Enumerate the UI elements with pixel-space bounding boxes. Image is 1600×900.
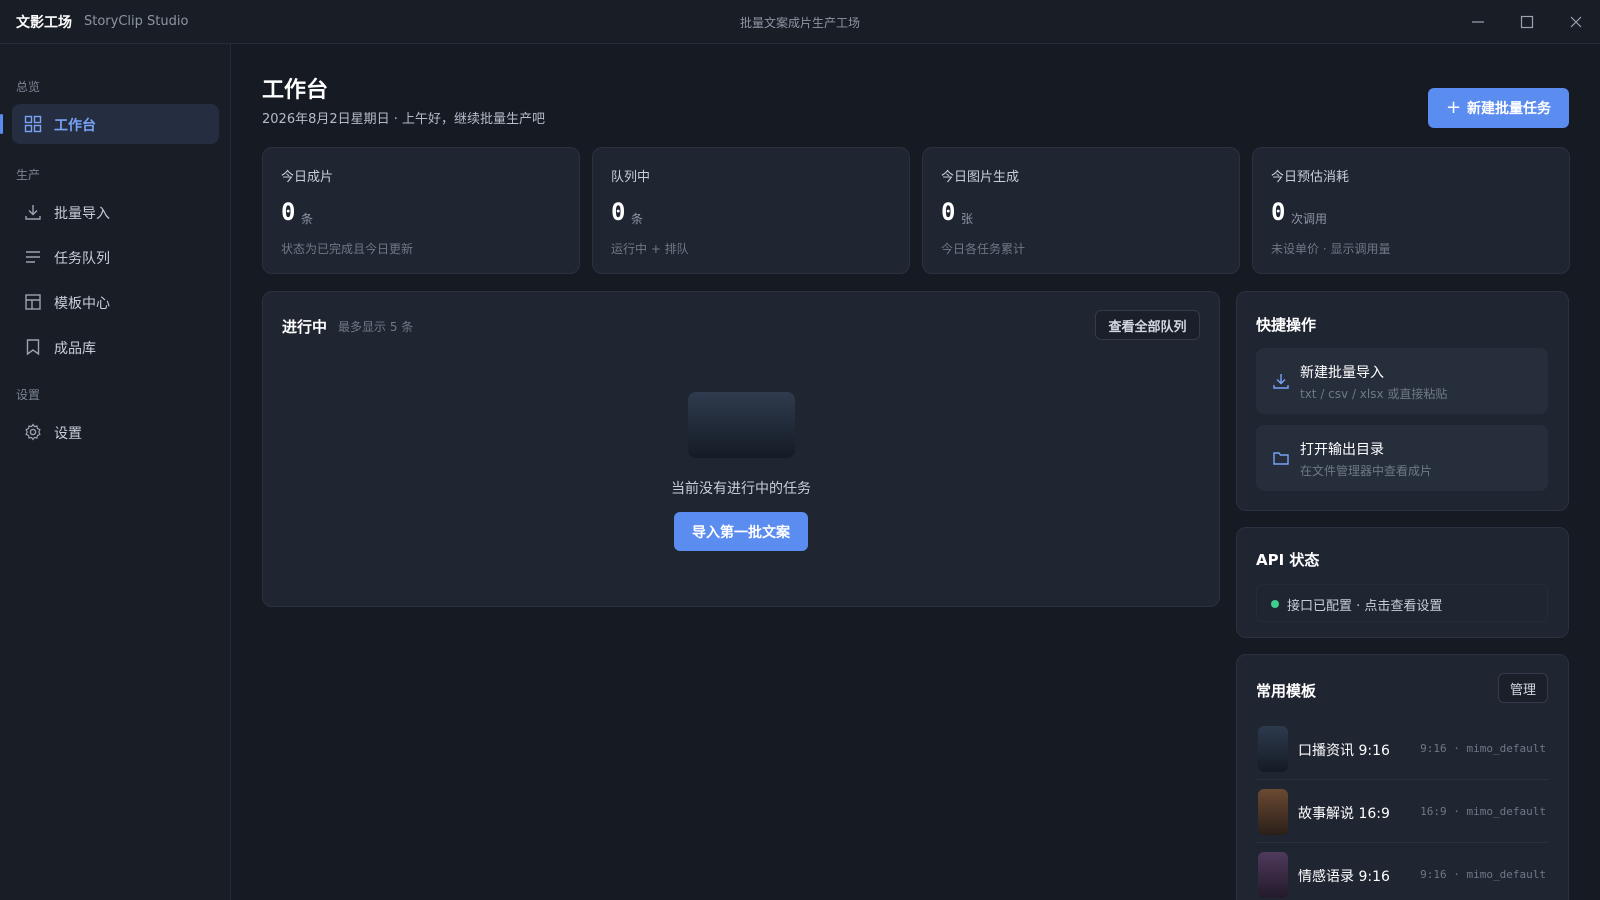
sidebar-item-template-center[interactable]: 模板中心	[12, 282, 219, 322]
gear-icon	[25, 423, 41, 441]
stat-value: 0	[941, 198, 956, 226]
stat-label: 今日图片生成	[941, 170, 1020, 185]
status-dot-icon	[1271, 600, 1279, 608]
sidebar-item-settings[interactable]: 设置	[12, 412, 219, 452]
list-icon	[26, 251, 40, 263]
dashboard-icon	[24, 115, 42, 133]
sidebar: 总览 工作台 生产 批量导入 任务队列 模板中心 成品库 设置 设置	[0, 44, 231, 900]
sidebar-section-overview: 总览	[16, 80, 41, 94]
in-progress-subtitle: 最多显示 5 条	[338, 320, 414, 334]
template-row[interactable]: 口播资讯 9:16 9:16 · mimo_default	[1256, 720, 1548, 780]
stat-unit: 张	[961, 212, 974, 226]
download-icon	[1273, 374, 1289, 389]
bookmark-icon	[26, 339, 40, 356]
folder-icon	[1273, 452, 1289, 465]
template-row[interactable]: 情感语录 9:16 9:16 · mimo_default	[1256, 846, 1548, 900]
sidebar-item-dashboard[interactable]: 工作台	[0, 104, 219, 144]
template-thumbnail	[1258, 726, 1288, 772]
stat-value: 0	[281, 198, 296, 226]
stat-card-cost: 今日预估消耗 0 次调用 未设单价 · 显示调用量	[1252, 147, 1570, 274]
stat-card-images: 今日图片生成 0 张 今日各任务累计	[922, 147, 1240, 274]
api-status-title: API 状态	[1256, 551, 1320, 569]
template-name: 故事解说 16:9	[1298, 806, 1390, 822]
stat-note: 今日各任务累计	[941, 242, 1026, 256]
manage-templates-button[interactable]: 管理	[1498, 673, 1548, 703]
stat-label: 队列中	[611, 170, 651, 185]
new-batch-task-button[interactable]: + 新建批量任务	[1428, 88, 1569, 128]
sidebar-item-label: 批量导入	[54, 206, 110, 222]
stat-unit: 次调用	[1291, 212, 1328, 226]
minimize-button[interactable]	[1466, 10, 1490, 34]
download-icon	[25, 205, 41, 220]
stat-value: 0	[1271, 198, 1286, 226]
stat-note: 状态为已完成且今日更新	[281, 242, 414, 256]
page-title: 工作台	[262, 78, 329, 103]
template-meta: 16:9 · mimo_default	[1420, 805, 1546, 818]
maximize-icon	[1520, 15, 1534, 29]
stat-card-today-clips: 今日成片 0 条 状态为已完成且今日更新	[262, 147, 580, 274]
templates-title: 常用模板	[1256, 682, 1317, 700]
quick-actions-title: 快捷操作	[1256, 316, 1317, 334]
empty-state-illustration	[688, 392, 795, 458]
sidebar-item-label: 成品库	[54, 341, 96, 357]
quick-action-new-import[interactable]: 新建批量导入 txt / csv / xlsx 或直接粘贴	[1256, 348, 1548, 414]
plus-icon: +	[1445, 97, 1462, 118]
stat-unit: 条	[631, 212, 644, 226]
sidebar-section-production: 生产	[16, 168, 41, 182]
template-icon	[25, 294, 41, 310]
sidebar-item-label: 任务队列	[54, 251, 110, 267]
maximize-button[interactable]	[1515, 10, 1539, 34]
quick-action-open-output[interactable]: 打开输出目录 在文件管理器中查看成片	[1256, 425, 1548, 491]
new-batch-task-label: 新建批量任务	[1467, 101, 1552, 117]
template-meta: 9:16 · mimo_default	[1420, 868, 1546, 881]
minimize-icon	[1472, 21, 1484, 23]
stat-label: 今日预估消耗	[1271, 170, 1350, 185]
template-row[interactable]: 故事解说 16:9 16:9 · mimo_default	[1256, 783, 1548, 843]
page-subtitle: 2026年8月2日星期日 · 上午好，继续批量生产吧	[262, 112, 546, 127]
sidebar-item-label: 工作台	[54, 118, 96, 134]
template-thumbnail	[1258, 852, 1288, 898]
stat-unit: 条	[301, 212, 314, 226]
empty-state-text: 当前没有进行中的任务	[671, 481, 811, 497]
stat-value: 0	[611, 198, 626, 226]
view-all-queue-button[interactable]: 查看全部队列	[1095, 310, 1200, 340]
api-status-row[interactable]: 接口已配置 · 点击查看设置	[1256, 584, 1548, 622]
template-meta: 9:16 · mimo_default	[1420, 742, 1546, 755]
quick-action-title: 打开输出目录	[1300, 442, 1384, 458]
in-progress-title: 进行中	[282, 318, 328, 336]
sidebar-item-library[interactable]: 成品库	[12, 327, 219, 367]
window-title: 批量文案成片生产工场	[739, 16, 860, 30]
sidebar-item-task-queue[interactable]: 任务队列	[12, 237, 219, 277]
import-first-batch-button[interactable]: 导入第一批文案	[674, 512, 808, 551]
quick-action-title: 新建批量导入	[1300, 365, 1384, 381]
stat-label: 今日成片	[281, 170, 334, 185]
title-bar: 文影工场 StoryClip Studio 批量文案成片生产工场	[0, 0, 1600, 44]
sidebar-item-label: 模板中心	[54, 296, 110, 312]
stat-note: 未设单价 · 显示调用量	[1271, 242, 1391, 256]
quick-action-desc: txt / csv / xlsx 或直接粘贴	[1300, 387, 1448, 401]
sidebar-section-settings: 设置	[16, 388, 41, 402]
close-icon	[1570, 16, 1582, 28]
stat-note: 运行中 + 排队	[611, 242, 689, 256]
template-name: 口播资讯 9:16	[1298, 743, 1390, 759]
template-thumbnail	[1258, 789, 1288, 835]
template-name: 情感语录 9:16	[1298, 869, 1390, 885]
sidebar-item-batch-import[interactable]: 批量导入	[12, 192, 219, 232]
close-button[interactable]	[1564, 10, 1588, 34]
stat-card-queue: 队列中 0 条 运行中 + 排队	[592, 147, 910, 274]
api-status-text: 接口已配置 · 点击查看设置	[1287, 599, 1443, 614]
quick-action-desc: 在文件管理器中查看成片	[1300, 464, 1433, 478]
sidebar-item-label: 设置	[54, 426, 82, 442]
